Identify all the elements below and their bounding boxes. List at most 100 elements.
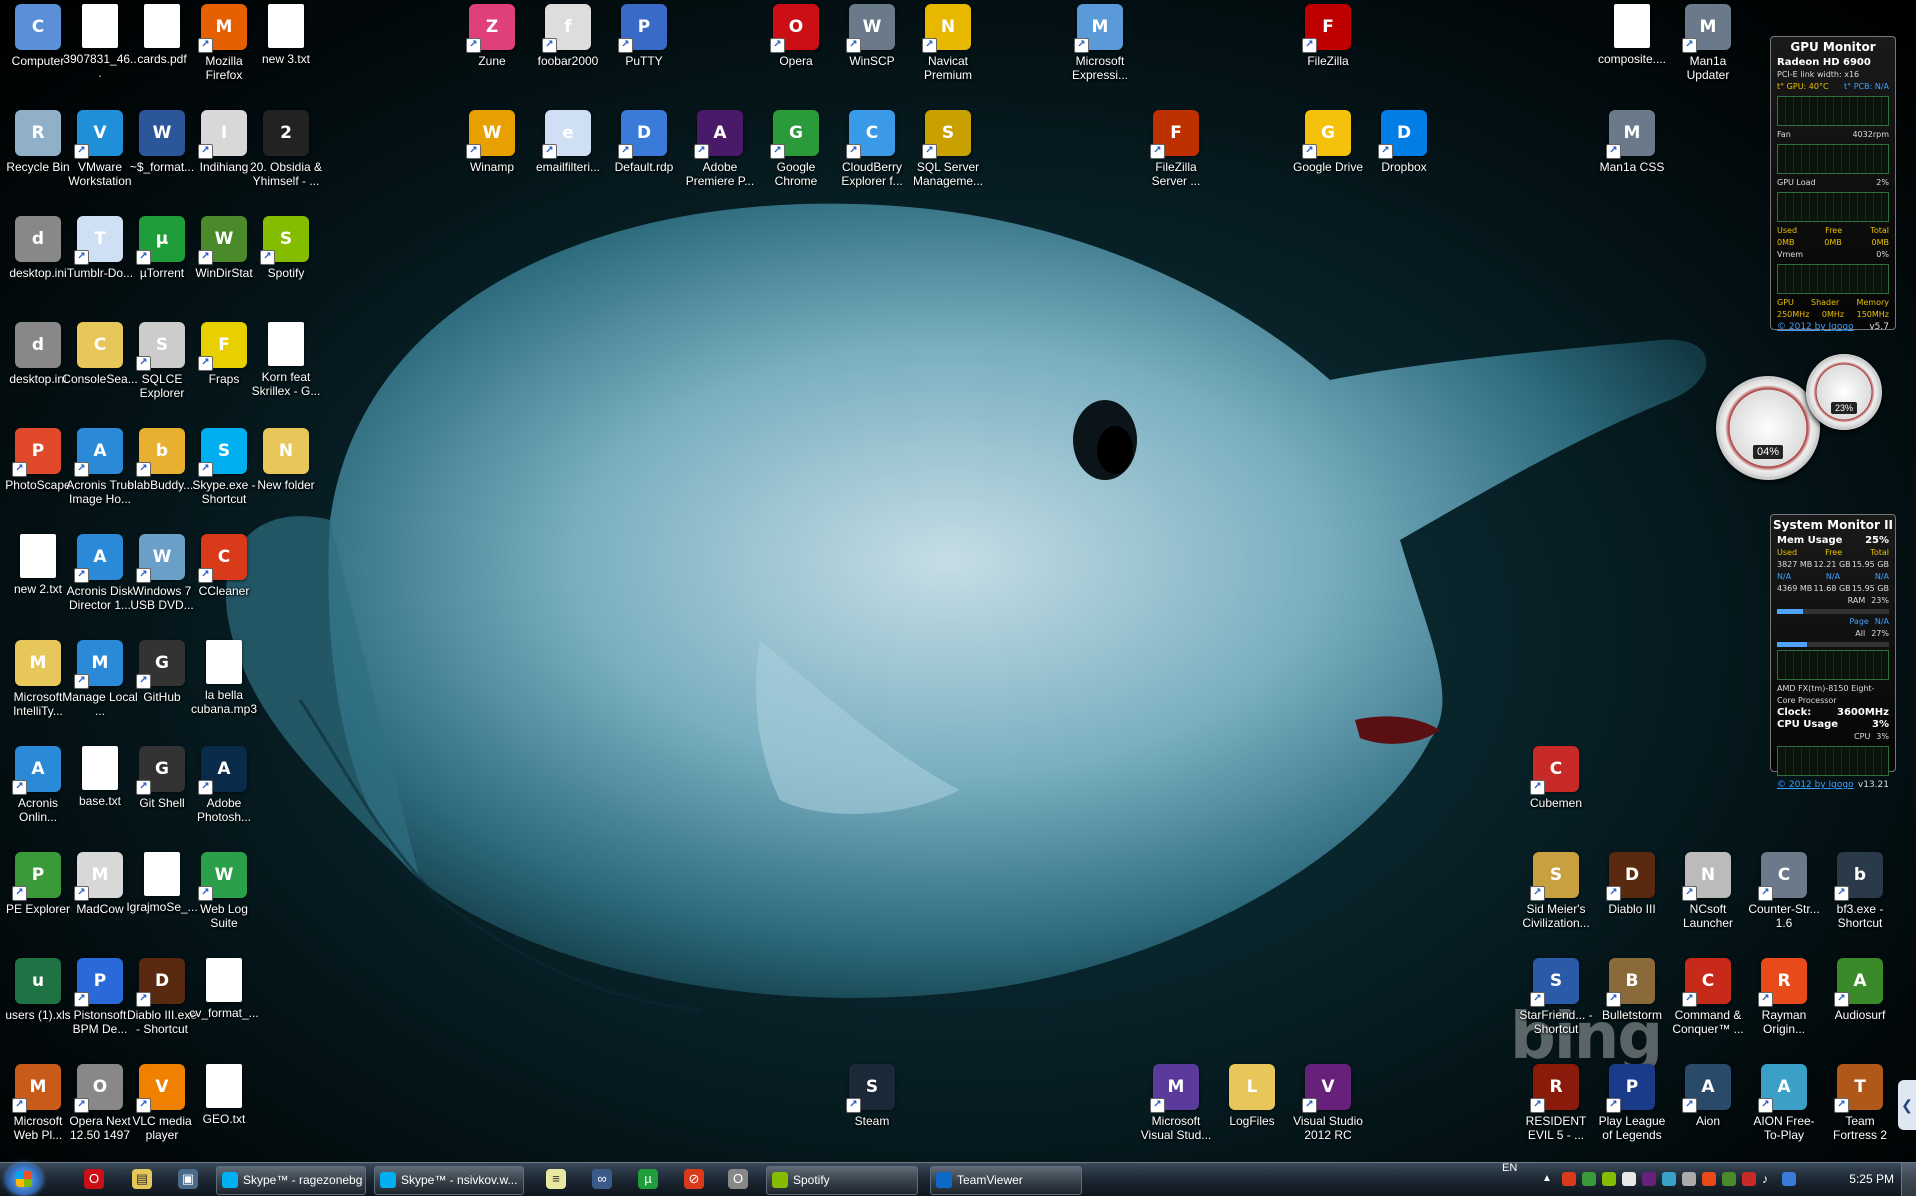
desktop-icon[interactable]: F ↗ FileZilla	[1290, 4, 1366, 104]
desktop-icon[interactable]: new 3.txt	[248, 4, 324, 104]
desktop-icon[interactable]: L LogFiles	[1214, 1064, 1290, 1162]
desktop-icon[interactable]: e ↗ emailfilteri...	[530, 110, 606, 210]
opera-next-quicklaunch-icon[interactable]: O	[728, 1169, 748, 1189]
clock[interactable]: 5:25 PM	[1849, 1172, 1894, 1186]
system-tray: EN ▲ ♪ 5:25 PM	[1496, 1162, 1916, 1196]
desktop-icon[interactable]: W ↗ Web Log Suite	[186, 852, 262, 952]
gadget-sidebar-tab[interactable]: ❮	[1898, 1080, 1916, 1130]
gpu-monitor-link[interactable]: © 2012 by Igogo	[1777, 321, 1854, 333]
explorer-quicklaunch-icon[interactable]: ▤	[132, 1169, 152, 1189]
desktop-icon[interactable]: C ↗ Counter-Str... 1.6	[1746, 852, 1822, 952]
language-indicator[interactable]: EN	[1502, 1162, 1517, 1174]
desktop-icon[interactable]: N New folder	[248, 428, 324, 528]
taskbar-window-button[interactable]: Skype™ - ragezonebg	[216, 1166, 366, 1195]
tray-app-icon-2[interactable]	[1582, 1172, 1596, 1186]
desktop-icon[interactable]: C ↗ Command & Conquer™ ...	[1670, 958, 1746, 1058]
volume-icon[interactable]: ♪	[1762, 1172, 1776, 1186]
desktop-icon[interactable]: G ↗ Google Drive	[1290, 110, 1366, 210]
desktop-icon[interactable]: D ↗ Diablo III	[1594, 852, 1670, 952]
desktop-quicklaunch-icon[interactable]: ▣	[178, 1169, 198, 1189]
desktop-icon[interactable]: N ↗ NCsoft Launcher	[1670, 852, 1746, 952]
desktop-icon[interactable]: cv_format_...	[186, 958, 262, 1058]
show-hidden-icons-icon[interactable]: ▲	[1542, 1172, 1556, 1186]
memory-gauge[interactable]: 23%	[1806, 354, 1882, 430]
desktop-icon[interactable]: T ↗ Team Fortress 2	[1822, 1064, 1898, 1162]
desktop-icon[interactable]: S ↗ SQL Server Manageme...	[910, 110, 986, 210]
system-monitor-gadget[interactable]: System Monitor II Mem Usage 25% Used Free T…	[1770, 514, 1896, 790]
start-button[interactable]	[6, 1164, 42, 1195]
desktop-icon[interactable]: A ↗ Aion	[1670, 1064, 1746, 1162]
link-quicklaunch-icon[interactable]: ∞	[592, 1169, 612, 1189]
page-value: N/A	[1874, 617, 1889, 626]
opera-quicklaunch-icon[interactable]: O	[84, 1169, 104, 1189]
desktop-icon[interactable]: GEO.txt	[186, 1064, 262, 1162]
system-monitor-link[interactable]: © 2012 by Igogo	[1777, 779, 1854, 791]
desktop-icon[interactable]: M ↗ Microsoft Visual Stud...	[1138, 1064, 1214, 1162]
desktop-icon[interactable]: V ↗ Visual Studio 2012 RC	[1290, 1064, 1366, 1162]
desktop-icon[interactable]: C ↗ CCleaner	[186, 534, 262, 634]
desktop-icon[interactable]: G ↗ Google Chrome	[758, 110, 834, 210]
desktop-icon[interactable]: A ↗ Audiosurf	[1822, 958, 1898, 1058]
desktop-icon[interactable]: O ↗ Opera	[758, 4, 834, 104]
tray-app-icon-1[interactable]	[1562, 1172, 1576, 1186]
desktop-icon[interactable]: W ↗ WinSCP	[834, 4, 910, 104]
shortcut-arrow-icon: ↗	[618, 144, 633, 159]
desktop-icon[interactable]: 2 20. Obsidia & Yhimself - ...	[248, 110, 324, 210]
vmem-label: Vmem	[1777, 250, 1803, 259]
desktop-icon[interactable]: Korn feat Skrillex - G...	[248, 322, 324, 422]
desktop-icon[interactable]: f ↗ foobar2000	[530, 4, 606, 104]
desktop-icon[interactable]: composite....	[1594, 4, 1670, 104]
shortcut-arrow-icon: ↗	[1302, 144, 1317, 159]
desktop-icon[interactable]: P ↗ PuTTY	[606, 4, 682, 104]
tray-app-icon-10[interactable]	[1742, 1172, 1756, 1186]
shortcut-arrow-icon: ↗	[1074, 38, 1089, 53]
shortcut-arrow-icon: ↗	[846, 38, 861, 53]
show-desktop-button[interactable]	[1901, 1163, 1916, 1196]
desktop-icon[interactable]: A ↗ Adobe Photosh...	[186, 746, 262, 846]
desktop-icon[interactable]: A ↗ AION Free-To-Play	[1746, 1064, 1822, 1162]
desktop-icon[interactable]: R ↗ RESIDENT EVIL 5 - ...	[1518, 1064, 1594, 1162]
network-icon[interactable]	[1782, 1172, 1796, 1186]
tray-app-icon-4[interactable]	[1622, 1172, 1636, 1186]
desktop-icon[interactable]: Z ↗ Zune	[454, 4, 530, 104]
desktop-icon[interactable]: C ↗ CloudBerry Explorer f...	[834, 110, 910, 210]
cpu-gauge[interactable]: 04%	[1716, 376, 1820, 480]
desktop-icon[interactable]: A ↗ Adobe Premiere P...	[682, 110, 758, 210]
desktop-icon[interactable]: C ↗ Cubemen	[1518, 746, 1594, 846]
desktop-icon[interactable]: b ↗ bf3.exe - Shortcut	[1822, 852, 1898, 952]
taskbar-window-button[interactable]: TeamViewer	[930, 1166, 1082, 1195]
desktop-icon[interactable]: P ↗ Play League of Legends	[1594, 1064, 1670, 1162]
tray-app-icon-5[interactable]	[1642, 1172, 1656, 1186]
desktop-icon[interactable]: S ↗ Steam	[834, 1064, 910, 1162]
gpu-monitor-gadget[interactable]: GPU Monitor Radeon HD 6900 PCI-E link wi…	[1770, 36, 1896, 333]
desktop-icon[interactable]: M ↗ Microsoft Expressi...	[1062, 4, 1138, 104]
desktop-icon[interactable]: N ↗ Navicat Premium	[910, 4, 986, 104]
tray-app-icon-8[interactable]	[1702, 1172, 1716, 1186]
cpu-graph	[1777, 746, 1889, 776]
desktop-icon[interactable]: W ↗ Winamp	[454, 110, 530, 210]
desktop-icon[interactable]: M ↗ Man1a CSS	[1594, 110, 1670, 210]
desktop-icon[interactable]: F ↗ FileZilla Server ...	[1138, 110, 1214, 210]
taskbar-window-button[interactable]: Spotify	[766, 1166, 918, 1195]
desktop-icon[interactable]: S ↗ Spotify	[248, 216, 324, 316]
desktop-icon[interactable]: M ↗ Man1a Updater	[1670, 4, 1746, 104]
desktop[interactable]: bing C Computer 3907831_46... cards.pdf M ↗ Mo…	[0, 0, 1916, 1162]
desktop-icon[interactable]: B ↗ Bulletstorm	[1594, 958, 1670, 1058]
desktop-icon[interactable]: S ↗ StarFriend... - Shortcut	[1518, 958, 1594, 1058]
shortcut-arrow-icon: ↗	[74, 1098, 89, 1113]
no-entry-quicklaunch-icon[interactable]: ⊘	[684, 1169, 704, 1189]
tray-app-icon-3[interactable]	[1602, 1172, 1616, 1186]
desktop-icon[interactable]: D ↗ Dropbox	[1366, 110, 1442, 210]
taskbar-window-button[interactable]: Skype™ - nsivkov.w...	[374, 1166, 524, 1195]
notepad-quicklaunch-icon[interactable]: ≡	[546, 1169, 566, 1189]
desktop-icon[interactable]: S ↗ Sid Meier's Civilization...	[1518, 852, 1594, 952]
tray-app-icon-7[interactable]	[1682, 1172, 1696, 1186]
desktop-icon[interactable]: D ↗ Default.rdp	[606, 110, 682, 210]
shortcut-arrow-icon: ↗	[1150, 1098, 1165, 1113]
desktop-icon[interactable]: R ↗ Rayman Origin...	[1746, 958, 1822, 1058]
tray-app-icon-9[interactable]	[1722, 1172, 1736, 1186]
utorrent-quicklaunch-icon[interactable]: µ	[638, 1169, 658, 1189]
desktop-icon-label: la bella cubana.mp3	[190, 688, 258, 716]
tray-app-icon-6[interactable]	[1662, 1172, 1676, 1186]
desktop-icon[interactable]: la bella cubana.mp3	[186, 640, 262, 740]
